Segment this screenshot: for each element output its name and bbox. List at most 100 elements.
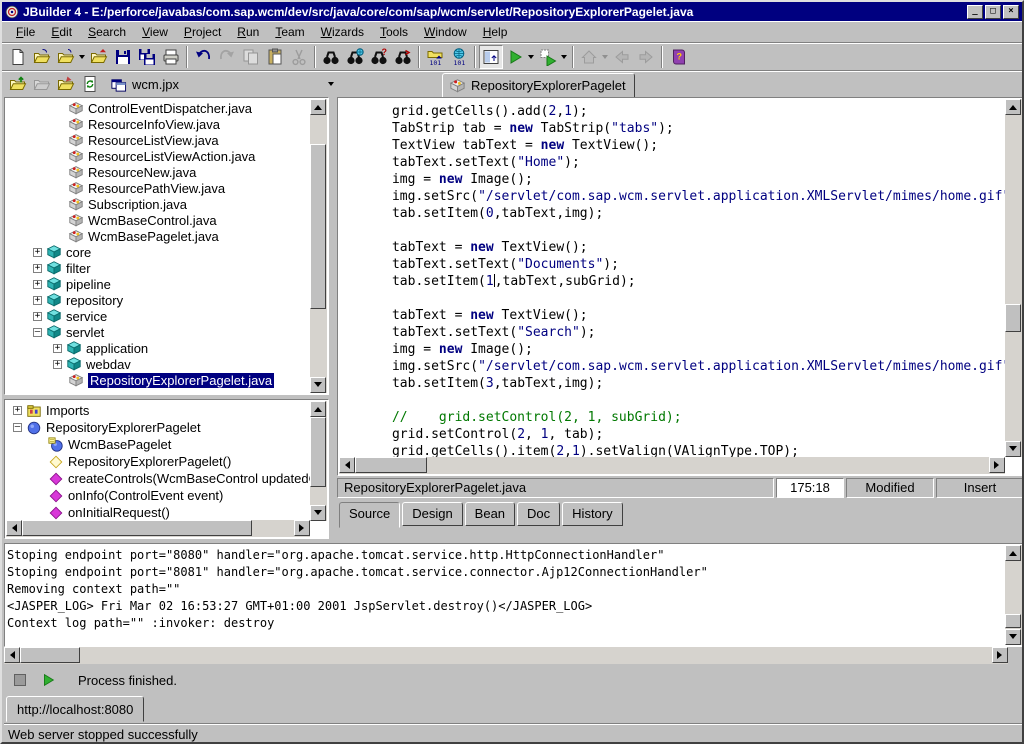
replace-button[interactable] <box>343 45 367 69</box>
editor-vscrollbar[interactable] <box>1005 99 1022 457</box>
project-tree-item[interactable]: +webdav <box>7 356 310 372</box>
expand-icon[interactable]: + <box>33 296 42 305</box>
project-tree-item[interactable]: Subscription.java <box>7 196 310 212</box>
run-dropdown-arrow[interactable] <box>528 55 534 62</box>
structure-item[interactable]: –RepositoryExplorerPagelet <box>7 419 310 436</box>
undo-button[interactable] <box>191 45 215 69</box>
menu-tools[interactable]: Tools <box>372 22 416 42</box>
debug-dropdown-arrow[interactable] <box>561 55 567 62</box>
project-tree-item[interactable]: WcmBasePagelet.java <box>7 228 310 244</box>
collapse-icon[interactable]: – <box>13 423 22 432</box>
scroll-thumb[interactable] <box>22 520 252 536</box>
editor-hscrollbar[interactable] <box>339 457 1005 474</box>
scroll-thumb[interactable] <box>310 144 326 309</box>
close-project-button[interactable] <box>87 45 111 69</box>
maximize-button[interactable]: □ <box>985 5 1001 19</box>
project-tree-item[interactable]: ResourceInfoView.java <box>7 116 310 132</box>
menu-wizards[interactable]: Wizards <box>313 22 372 42</box>
scroll-thumb[interactable] <box>20 647 80 663</box>
project-tree-item[interactable]: +pipeline <box>7 276 310 292</box>
project-properties-button[interactable] <box>54 72 78 96</box>
project-selector[interactable]: wcm.jpx <box>110 76 336 93</box>
scroll-down-button[interactable] <box>310 377 326 393</box>
menu-project[interactable]: Project <box>176 22 229 42</box>
save-all-button[interactable] <box>135 45 159 69</box>
run-button[interactable] <box>503 45 527 69</box>
tab-source[interactable]: Source <box>339 502 400 528</box>
open-file-button[interactable] <box>54 45 78 69</box>
menu-file[interactable]: File <box>8 22 43 42</box>
project-tree-item[interactable]: ResourceListView.java <box>7 132 310 148</box>
project-dropdown-arrow[interactable] <box>328 82 334 89</box>
stop-icon[interactable] <box>14 674 26 686</box>
open-file-dropdown-arrow[interactable] <box>79 55 85 62</box>
project-tree-item[interactable]: –servlet <box>7 324 310 340</box>
menu-help[interactable]: Help <box>475 22 516 42</box>
structure-item[interactable]: +Imports <box>7 402 310 419</box>
minimize-button[interactable]: _ <box>967 5 983 19</box>
save-button[interactable] <box>111 45 135 69</box>
structure-item[interactable]: WcmBasePagelet <box>7 436 310 453</box>
print-button[interactable] <box>159 45 183 69</box>
find-button[interactable] <box>319 45 343 69</box>
expand-icon[interactable]: + <box>33 280 42 289</box>
menu-run[interactable]: Run <box>229 22 267 42</box>
rebuild-project-button[interactable]: 101 <box>447 45 471 69</box>
expand-icon[interactable]: + <box>33 312 42 321</box>
project-tree-item[interactable]: +service <box>7 308 310 324</box>
title-bar[interactable]: JBuilder 4 - E:/perforce/javabas/com.sap… <box>2 2 1022 21</box>
scroll-thumb[interactable] <box>310 417 326 487</box>
close-button[interactable]: × <box>1003 5 1019 19</box>
scroll-up-button[interactable] <box>1005 99 1021 115</box>
expand-icon[interactable]: + <box>33 248 42 257</box>
code-editor[interactable]: grid.getCells().add(2,1); TabStrip tab =… <box>337 97 1024 476</box>
menu-team[interactable]: Team <box>267 22 312 42</box>
scroll-left-button[interactable] <box>4 647 20 663</box>
new-file-button[interactable] <box>6 45 30 69</box>
scroll-thumb[interactable] <box>1005 614 1021 628</box>
structure-item[interactable]: createControls(WcmBaseControl updatedCo <box>7 470 310 487</box>
project-add-button[interactable] <box>6 72 30 96</box>
tab-doc[interactable]: Doc <box>517 502 560 526</box>
menu-window[interactable]: Window <box>416 22 475 42</box>
toggle-message-pane-button[interactable] <box>479 45 503 69</box>
structure-item[interactable]: RepositoryExplorerPagelet() <box>7 453 310 470</box>
scroll-down-button[interactable] <box>310 505 326 521</box>
scroll-down-button[interactable] <box>1005 629 1021 645</box>
scroll-up-button[interactable] <box>1005 545 1021 561</box>
project-tree-item[interactable]: ResourceNew.java <box>7 164 310 180</box>
tab-design[interactable]: Design <box>402 502 462 526</box>
project-tree-item[interactable]: ResourceListViewAction.java <box>7 148 310 164</box>
find-in-path-button[interactable] <box>391 45 415 69</box>
project-tree-item[interactable]: ResourcePathView.java <box>7 180 310 196</box>
scroll-right-button[interactable] <box>294 520 310 536</box>
scroll-left-button[interactable] <box>6 520 22 536</box>
localhost-tab[interactable]: http://localhost:8080 <box>6 696 144 722</box>
project-tree-item[interactable]: WcmBaseControl.java <box>7 212 310 228</box>
project-tree-item[interactable]: ControlEventDispatcher.java <box>7 100 310 116</box>
project-tree-item[interactable]: RepositoryExplorerPagelet.java <box>7 372 310 388</box>
structure-vscrollbar[interactable] <box>310 401 327 521</box>
debug-button[interactable] <box>536 45 560 69</box>
open-project-button[interactable] <box>30 45 54 69</box>
scroll-up-button[interactable] <box>310 99 326 115</box>
file-tab[interactable]: RepositoryExplorerPagelet <box>442 73 635 98</box>
menu-edit[interactable]: Edit <box>43 22 80 42</box>
project-tree-item[interactable]: +repository <box>7 292 310 308</box>
expand-icon[interactable]: + <box>33 264 42 273</box>
scroll-thumb[interactable] <box>355 457 427 473</box>
search-again-button[interactable]: ? <box>367 45 391 69</box>
expand-icon[interactable]: + <box>53 344 62 353</box>
expand-icon[interactable]: + <box>53 360 62 369</box>
refresh-button[interactable] <box>78 72 102 96</box>
help-button[interactable]: ? <box>666 45 690 69</box>
menu-search[interactable]: Search <box>80 22 134 42</box>
structure-hscrollbar[interactable] <box>6 520 310 537</box>
scroll-thumb[interactable] <box>1005 304 1021 332</box>
structure-item[interactable]: onInitialRequest() <box>7 504 310 521</box>
make-project-button[interactable]: 101 <box>423 45 447 69</box>
project-tree-item[interactable]: +application <box>7 340 310 356</box>
scroll-down-button[interactable] <box>1005 441 1021 457</box>
scroll-left-button[interactable] <box>339 457 355 473</box>
vertical-splitter[interactable] <box>329 97 337 539</box>
